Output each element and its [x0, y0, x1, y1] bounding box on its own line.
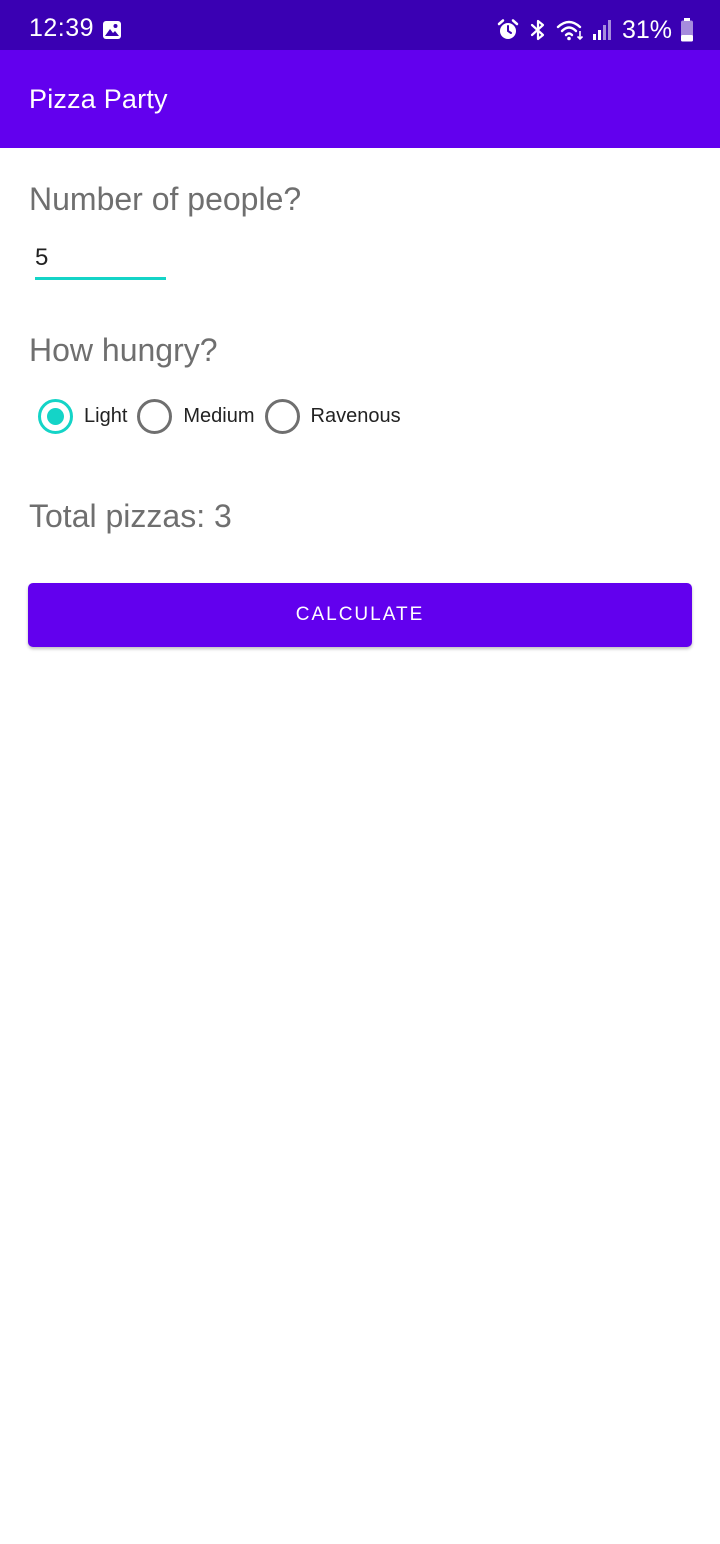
radio-button-ravenous[interactable] [264, 398, 300, 434]
radio-button-light[interactable] [38, 398, 73, 434]
status-icons: 31% [496, 15, 694, 45]
total-pizzas-text: Total pizzas: 3 [29, 498, 232, 535]
wifi-icon [556, 20, 584, 41]
battery-percent: 31% [621, 15, 672, 44]
total-pizzas-value: 3 [213, 498, 232, 534]
alarm-icon [497, 19, 519, 39]
app-title: Pizza Party [29, 84, 168, 114]
radio-option-ravenous[interactable]: Ravenous [264, 398, 401, 434]
status-time: 12:39 [29, 14, 95, 42]
battery-icon [681, 18, 693, 42]
calculate-button[interactable]: CALCULATE [28, 583, 692, 647]
hunger-label: How hungry? [29, 332, 218, 368]
status-bar: 12:39 31% [0, 0, 720, 50]
total-pizzas-label: Total pizzas: [29, 498, 206, 534]
bluetooth-icon [530, 19, 545, 41]
radio-label-medium: Medium [183, 404, 255, 427]
people-label: Number of people? [29, 181, 302, 217]
radio-button-medium[interactable] [137, 398, 173, 434]
radio-option-medium[interactable]: Medium [137, 398, 255, 434]
radio-label-ravenous: Ravenous [310, 404, 401, 427]
gallery-icon [103, 21, 121, 39]
app-bar: Pizza Party [0, 50, 720, 148]
people-count-input[interactable] [35, 238, 166, 280]
radio-label-light: Light [84, 404, 128, 427]
radio-option-light[interactable]: Light [38, 398, 128, 434]
signal-icon [592, 20, 611, 40]
hunger-radio-group: Light Medium Ravenous [38, 398, 411, 434]
